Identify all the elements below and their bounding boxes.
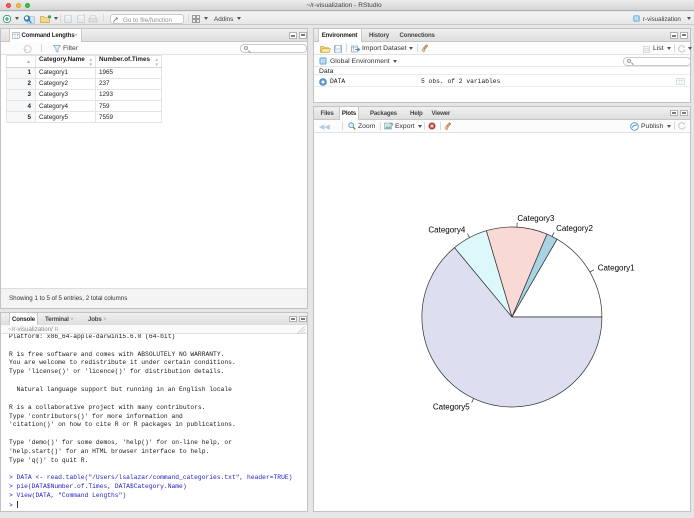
svg-text:Category3: Category3 — [517, 214, 554, 223]
svg-text:R: R — [321, 59, 326, 65]
svg-text:Category5: Category5 — [433, 402, 470, 411]
svg-text:Category1: Category1 — [598, 263, 635, 272]
svg-text:R: R — [634, 16, 638, 22]
svg-text:Category4: Category4 — [428, 225, 465, 234]
svg-text:Category2: Category2 — [556, 224, 593, 233]
